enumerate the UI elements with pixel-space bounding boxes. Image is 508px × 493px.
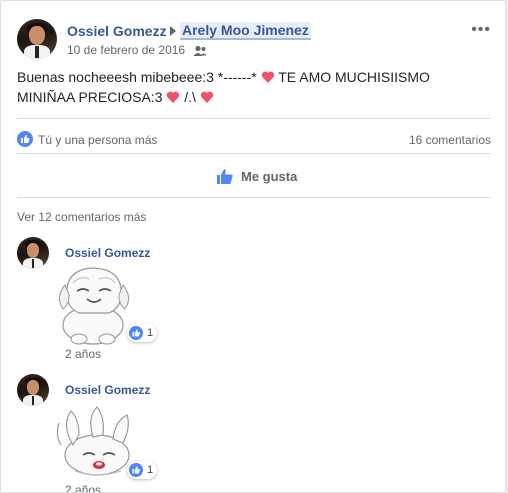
author-name[interactable]: Ossiel Gomezz bbox=[67, 23, 167, 39]
like-reaction-icon bbox=[129, 463, 143, 477]
reaction-count: 1 bbox=[147, 327, 154, 339]
comment-time[interactable]: 2 años bbox=[65, 483, 101, 492]
like-button[interactable]: Me gusta bbox=[241, 169, 297, 184]
heart-icon bbox=[167, 91, 180, 103]
like-reaction-icon bbox=[129, 326, 143, 340]
divider bbox=[17, 118, 491, 119]
like-reaction-icon[interactable] bbox=[17, 131, 33, 147]
reaction-count: 1 bbox=[147, 464, 154, 476]
view-more-comments[interactable]: Ver 12 comentarios más bbox=[17, 210, 146, 224]
divider bbox=[17, 197, 491, 198]
dog-sitting-sticker bbox=[53, 263, 135, 347]
post-text: Buenas nocheeesh mibebeee:3 *------* TE … bbox=[17, 69, 430, 105]
more-options-icon[interactable]: ••• bbox=[471, 21, 491, 39]
author-avatar[interactable] bbox=[17, 19, 57, 59]
comment-reaction-badge[interactable]: 1 bbox=[127, 324, 158, 342]
heart-icon bbox=[261, 71, 274, 83]
comment-avatar[interactable] bbox=[17, 374, 49, 406]
reactions-summary[interactable]: Tú y una persona más bbox=[38, 133, 157, 147]
post-card: Ossiel Gomezz Arely Moo Jimenez 10 de fe… bbox=[0, 0, 506, 493]
arrow-right-icon bbox=[170, 26, 176, 36]
comment-time[interactable]: 2 años bbox=[65, 347, 101, 361]
comment-author[interactable]: Ossiel Gomezz bbox=[65, 246, 150, 260]
heart-icon bbox=[200, 91, 214, 103]
comment-reaction-badge[interactable]: 1 bbox=[127, 461, 158, 479]
comments-count[interactable]: 16 comentarios bbox=[409, 133, 491, 147]
target-name[interactable]: Arely Moo Jimenez bbox=[180, 22, 311, 40]
thumbs-up-icon[interactable] bbox=[216, 167, 234, 185]
post-date[interactable]: 10 de febrero de 2016 bbox=[67, 43, 185, 57]
dog-rolling-sticker bbox=[53, 405, 137, 483]
comment-author[interactable]: Ossiel Gomezz bbox=[65, 383, 150, 397]
comment-avatar[interactable] bbox=[17, 237, 49, 269]
friends-icon[interactable] bbox=[193, 44, 207, 56]
divider bbox=[17, 153, 491, 154]
